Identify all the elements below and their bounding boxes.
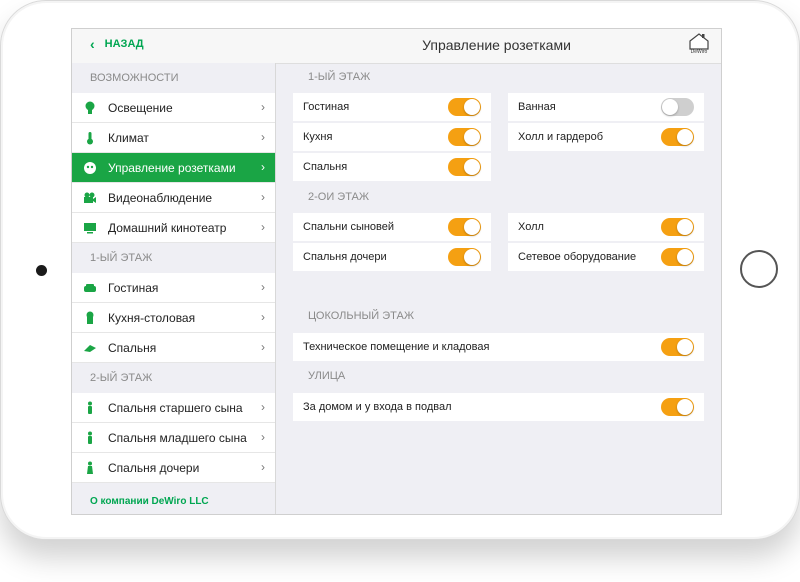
camera-icon <box>83 191 97 205</box>
socket-toggle[interactable] <box>448 248 481 266</box>
socket-row: За домом и у входа в подвал <box>293 393 704 421</box>
sidebar-item-label: Освещение <box>108 100 173 115</box>
sidebar-item-label: Спальня дочери <box>108 460 200 475</box>
socket-toggle[interactable] <box>661 398 694 416</box>
sidebar-section-title: 2-ЫЙ ЭТАЖ <box>90 372 153 384</box>
thermometer-icon <box>83 131 97 145</box>
bed-icon <box>83 341 97 355</box>
sidebar-item-label: Домашний кинотеатр <box>108 220 227 235</box>
chevron-right-icon: › <box>261 220 265 234</box>
front-camera <box>36 265 47 276</box>
person-icon <box>83 431 97 445</box>
chevron-right-icon: › <box>261 400 265 414</box>
socket-toggle[interactable] <box>448 158 481 176</box>
chevron-right-icon: › <box>261 340 265 354</box>
socket-row: Спальня дочери <box>293 243 491 271</box>
section-title-street: УЛИЦА <box>308 370 346 382</box>
socket-row: Ванная <box>508 93 704 121</box>
sidebar-item-kitchen[interactable]: Кухня-столовая › <box>72 303 275 333</box>
socket-row: Холл <box>508 213 704 241</box>
socket-toggle[interactable] <box>661 128 694 146</box>
chevron-right-icon: › <box>261 460 265 474</box>
section-title-basement: ЦОКОЛЬНЫЙ ЭТАЖ <box>308 310 415 322</box>
sidebar-item-daughter[interactable]: Спальня дочери › <box>72 453 275 483</box>
sidebar-item-lighting[interactable]: Освещение › <box>72 93 275 123</box>
sidebar-item-sockets[interactable]: Управление розетками › <box>72 153 275 183</box>
socket-label: Сетевое оборудование <box>518 251 637 263</box>
sidebar-item-label: Спальня старшего сына <box>108 400 243 415</box>
socket-row: Холл и гардероб <box>508 123 704 151</box>
person-icon <box>83 401 97 415</box>
socket-label: Холл <box>518 221 544 233</box>
main-content: 1-ЫЙ ЭТАЖ Гостиная Кухня Спальня Ванная … <box>276 63 721 514</box>
chevron-right-icon: › <box>261 100 265 114</box>
chevron-right-icon: › <box>261 190 265 204</box>
chevron-right-icon: › <box>261 430 265 444</box>
home-button[interactable] <box>740 250 778 288</box>
socket-label: Спальня дочери <box>303 251 387 263</box>
sidebar-item-label: Видеонаблюдение <box>108 190 213 205</box>
sidebar-item-home-theater[interactable]: Домашний кинотеатр › <box>72 213 275 243</box>
sidebar-item-elder-son[interactable]: Спальня старшего сына › <box>72 393 275 423</box>
sidebar-item-label: Климат <box>108 130 149 145</box>
sidebar-item-label: Кухня-столовая <box>108 310 196 325</box>
socket-row: Сетевое оборудование <box>508 243 704 271</box>
socket-toggle[interactable] <box>448 218 481 236</box>
tv-icon <box>83 221 97 235</box>
socket-toggle[interactable] <box>661 218 694 236</box>
socket-toggle[interactable] <box>661 248 694 266</box>
sidebar-section-title: ВОЗМОЖНОСТИ <box>90 72 179 84</box>
socket-toggle[interactable] <box>448 128 481 146</box>
dewiro-logo: DeWiro <box>687 32 711 60</box>
socket-icon <box>83 161 97 175</box>
sidebar-item-living-room[interactable]: Гостиная › <box>72 273 275 303</box>
socket-row: Спальня <box>293 153 491 181</box>
section-title-floor1: 1-ЫЙ ЭТАЖ <box>308 71 371 83</box>
chevron-right-icon: › <box>261 130 265 144</box>
socket-row: Спальни сыновей <box>293 213 491 241</box>
socket-row: Гостиная <box>293 93 491 121</box>
sidebar-item-younger-son[interactable]: Спальня младшего сына › <box>72 423 275 453</box>
tablet-frame: ‹ НАЗАД Управление розетками DeWiro ВОЗМ… <box>0 0 800 540</box>
socket-label: Кухня <box>303 131 333 143</box>
chevron-right-icon: › <box>261 310 265 324</box>
socket-label: За домом и у входа в подвал <box>303 401 452 413</box>
person-icon <box>83 461 97 475</box>
sidebar-item-label: Спальня младшего сына <box>108 430 247 445</box>
page-title: Управление розетками <box>422 37 571 53</box>
sidebar-section-title: 1-ЫЙ ЭТАЖ <box>90 252 153 264</box>
top-bar: ‹ НАЗАД Управление розетками DeWiro <box>72 29 721 64</box>
about-link[interactable]: О компании DeWiro LLC <box>90 496 209 507</box>
house-logo-icon <box>689 33 709 50</box>
sofa-icon <box>83 281 97 295</box>
sidebar-item-bedroom[interactable]: Спальня › <box>72 333 275 363</box>
socket-row: Кухня <box>293 123 491 151</box>
socket-row: Техническое помещение и кладовая <box>293 333 704 361</box>
socket-toggle[interactable] <box>661 98 694 116</box>
chevron-right-icon: › <box>261 160 265 174</box>
logo-text: DeWiro <box>690 49 708 55</box>
chevron-right-icon: › <box>261 280 265 294</box>
socket-label: Техническое помещение и кладовая <box>303 341 490 353</box>
sidebar-item-label: Гостиная <box>108 280 159 295</box>
chef-icon <box>83 311 97 325</box>
socket-toggle[interactable] <box>448 98 481 116</box>
socket-toggle[interactable] <box>661 338 694 356</box>
sidebar-item-label: Спальня <box>108 340 157 355</box>
section-title-floor2: 2-ОИ ЭТАЖ <box>308 191 370 203</box>
socket-label: Спальни сыновей <box>303 221 395 233</box>
socket-label: Ванная <box>518 101 556 113</box>
lightbulb-icon <box>83 101 97 115</box>
sidebar-item-label: Управление розетками <box>108 160 236 175</box>
sidebar-item-climate[interactable]: Климат › <box>72 123 275 153</box>
sidebar-item-video[interactable]: Видеонаблюдение › <box>72 183 275 213</box>
app-screen: ‹ НАЗАД Управление розетками DeWiro ВОЗМ… <box>71 28 722 515</box>
socket-label: Гостиная <box>303 101 350 113</box>
sidebar: ВОЗМОЖНОСТИ Освещение › Климат › Управле… <box>72 63 276 514</box>
socket-label: Холл и гардероб <box>518 131 604 143</box>
socket-label: Спальня <box>303 161 348 173</box>
